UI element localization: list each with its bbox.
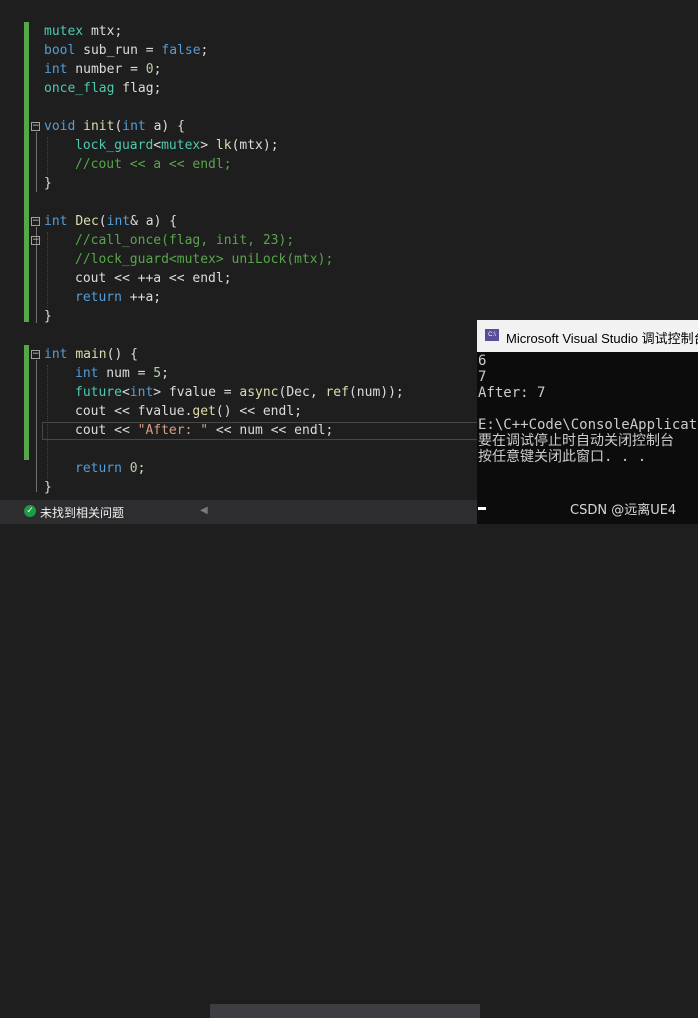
console-title: Microsoft Visual Studio 调试控制台 (506, 331, 698, 346)
outline-guide (36, 360, 37, 492)
code-line: cout << fvalue.get() << endl; (75, 404, 302, 419)
horizontal-scrollbar[interactable] (210, 1004, 480, 1018)
console-line: 7 (478, 369, 487, 385)
code-line: cout << ++a << endl; (75, 271, 232, 286)
code-line: return ++a; (75, 290, 162, 305)
code-line: mutex mtx; (44, 24, 123, 39)
code-line: //lock_guard<mutex> uniLock(mtx); (75, 252, 334, 267)
console-line: 要在调试停止时自动关闭控制台 (478, 433, 674, 449)
console-title-bar[interactable]: C:\ Microsoft Visual Studio 调试控制台 (477, 320, 698, 352)
code-line: bool sub_run = false; (44, 43, 209, 58)
code-line: lock_guard<mutex> lk(mtx); (75, 138, 279, 153)
code-line: } (44, 309, 52, 324)
indent-guide (47, 137, 48, 175)
collapse-toggle-icon[interactable]: − (31, 122, 40, 131)
console-line: 6 (478, 353, 487, 369)
code-line: return 0; (75, 461, 146, 476)
change-indicator (24, 345, 29, 460)
console-cursor (478, 507, 486, 510)
code-line: once_flag flag; (44, 81, 162, 96)
check-icon: ✓ (24, 505, 36, 517)
indent-guide (47, 232, 48, 308)
console-app-icon: C:\ (485, 329, 499, 341)
code-line: int number = 0; (44, 62, 162, 77)
collapse-toggle-icon[interactable]: − (31, 236, 40, 245)
code-line: void init(int a) { (44, 119, 185, 134)
outline-guide (36, 132, 37, 192)
console-line: After: 7 (478, 385, 546, 401)
code-line: int main() { (44, 347, 138, 362)
issues-status[interactable]: 未找到相关问题 (40, 504, 124, 521)
code-line: } (44, 176, 52, 191)
collapse-toggle-icon[interactable]: − (31, 217, 40, 226)
code-line: int Dec(int& a) { (44, 214, 178, 229)
change-indicator (24, 22, 29, 322)
code-line: future<int> fvalue = async(Dec, ref(num)… (75, 385, 404, 400)
collapse-toggle-icon[interactable]: − (31, 350, 40, 359)
console-line: 按任意键关闭此窗口. . . (478, 449, 647, 465)
code-line: //call_once(flag, init, 23); (75, 233, 295, 248)
scroll-left-icon[interactable]: ◀ (200, 505, 208, 516)
watermark: CSDN @远离UE4 (570, 503, 677, 518)
console-line: E:\C++Code\ConsoleApplication (478, 417, 698, 433)
code-line: int num = 5; (75, 366, 169, 381)
code-line: cout << "After: " << num << endl; (75, 423, 334, 438)
code-line: //cout << a << endl; (75, 157, 232, 172)
code-line: } (44, 480, 52, 495)
debug-console-window[interactable]: C:\ Microsoft Visual Studio 调试控制台 6 7 Af… (477, 320, 698, 524)
